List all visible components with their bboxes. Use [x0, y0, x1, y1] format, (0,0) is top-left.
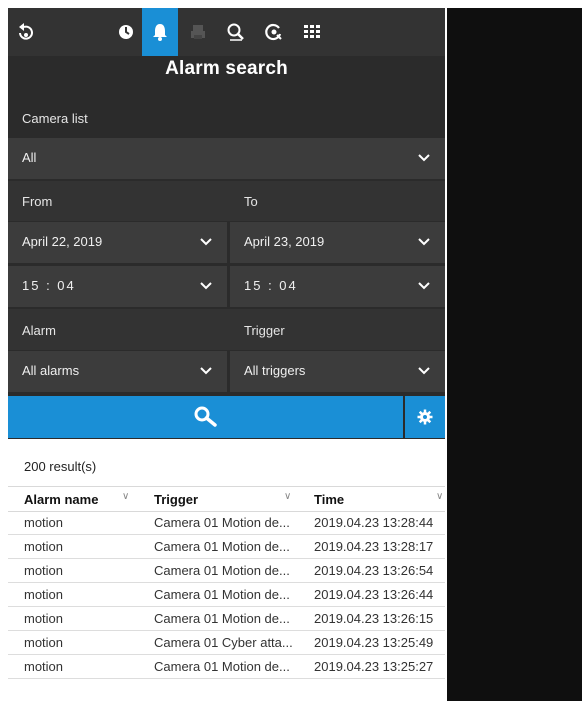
results-count: 200 result(s)	[24, 459, 97, 474]
chevron-down-icon[interactable]: ∨	[122, 491, 129, 502]
trigger-cell: Camera 01 Motion de...	[154, 611, 290, 626]
printer-icon	[191, 25, 205, 39]
chevron-down-icon	[418, 154, 430, 162]
search-icon	[194, 406, 217, 427]
zoom-search-button[interactable]	[218, 8, 254, 56]
alarm-value: All alarms	[22, 363, 80, 378]
print-button[interactable]	[180, 8, 216, 56]
trigger-cell: Camera 01 Motion de...	[154, 563, 290, 578]
alarm-bell-icon	[153, 24, 167, 41]
alarm-search-panel: Alarm search Camera list All From To Apr…	[8, 8, 445, 701]
alarm-label: Alarm	[22, 323, 56, 338]
alarm-name-cell: motion	[24, 587, 64, 602]
to-time-value: 15 : 04	[244, 278, 298, 293]
clock-button[interactable]	[108, 8, 144, 56]
camera-list-value: All	[22, 150, 37, 165]
time-cell: 2019.04.23 13:25:27	[314, 659, 434, 674]
table-row[interactable]: motion Camera 01 Motion de... 2019.04.23 1…	[8, 607, 445, 631]
table-row[interactable]: motion Camera 01 Motion de... 2019.04.23 1…	[8, 655, 445, 679]
date-range-header	[8, 181, 445, 221]
alarm-name-cell: motion	[24, 563, 64, 578]
chevron-down-icon	[418, 282, 430, 290]
from-time-value: 15 : 04	[22, 278, 76, 293]
alarm-button[interactable]	[142, 8, 178, 56]
time-cell: 2019.04.23 13:25:49	[314, 635, 434, 650]
alarm-name-cell: motion	[24, 635, 64, 650]
column-header-alarm-name[interactable]: Alarm name	[24, 492, 98, 507]
table-row[interactable]: motion Camera 01 Motion de... 2019.04.23 1…	[8, 559, 445, 583]
toolbar	[8, 8, 445, 56]
to-date-select[interactable]: April 23, 2019	[230, 222, 445, 263]
from-label: From	[22, 194, 53, 209]
column-header-trigger[interactable]: Trigger	[154, 492, 198, 507]
results-panel: 200 result(s) Alarm name ∨ Trigger ∨ Tim…	[8, 439, 445, 701]
search-zoom-icon	[227, 23, 244, 41]
time-cell: 2019.04.23 13:28:17	[314, 539, 434, 554]
grid-button[interactable]	[294, 8, 330, 56]
time-cell: 2019.04.23 13:28:44	[314, 515, 434, 530]
table-row[interactable]: motion Camera 01 Motion de... 2019.04.23 1…	[8, 511, 445, 535]
chevron-down-icon	[200, 238, 212, 246]
trigger-select[interactable]: All triggers	[230, 351, 445, 392]
from-time-select[interactable]: 15 : 04	[8, 266, 227, 307]
trigger-value: All triggers	[244, 363, 306, 378]
to-date-value: April 23, 2019	[244, 234, 325, 249]
alarm-name-cell: motion	[24, 539, 64, 554]
trigger-cell: Camera 01 Motion de...	[154, 587, 290, 602]
trigger-cell: Camera 01 Cyber atta...	[154, 635, 293, 650]
search-settings-button[interactable]	[405, 396, 445, 438]
alarm-select[interactable]: All alarms	[8, 351, 227, 392]
chevron-down-icon	[200, 367, 212, 375]
camera-search-icon	[265, 23, 282, 41]
results-table-header: Alarm name ∨ Trigger ∨ Time ∨	[8, 486, 445, 512]
video-viewer[interactable]	[447, 8, 582, 701]
playback-icon	[19, 23, 33, 40]
to-label: To	[244, 194, 258, 209]
column-header-time[interactable]: Time	[314, 492, 344, 507]
chevron-down-icon[interactable]: ∨	[436, 491, 443, 502]
trigger-cell: Camera 01 Motion de...	[154, 515, 290, 530]
filter-header	[8, 309, 445, 350]
grid-icon	[304, 25, 320, 38]
trigger-label: Trigger	[244, 323, 285, 338]
trigger-cell: Camera 01 Motion de...	[154, 539, 290, 554]
chevron-down-icon	[418, 367, 430, 375]
gear-icon	[417, 409, 433, 425]
page-title: Alarm search	[165, 58, 288, 79]
playback-button[interactable]	[8, 8, 44, 56]
time-cell: 2019.04.23 13:26:15	[314, 611, 434, 626]
table-row[interactable]: motion Camera 01 Motion de... 2019.04.23 1…	[8, 583, 445, 607]
from-date-select[interactable]: April 22, 2019	[8, 222, 227, 263]
table-row[interactable]: motion Camera 01 Motion de... 2019.04.23 1…	[8, 535, 445, 559]
camera-list-select[interactable]: All	[8, 138, 445, 179]
alarm-name-cell: motion	[24, 659, 64, 674]
search-button[interactable]	[8, 396, 403, 438]
time-cell: 2019.04.23 13:26:44	[314, 587, 434, 602]
trigger-cell: Camera 01 Motion de...	[154, 659, 290, 674]
time-cell: 2019.04.23 13:26:54	[314, 563, 434, 578]
camera-search-button[interactable]	[256, 8, 292, 56]
chevron-down-icon	[418, 238, 430, 246]
to-time-select[interactable]: 15 : 04	[230, 266, 445, 307]
chevron-down-icon[interactable]: ∨	[284, 491, 291, 502]
camera-list-label: Camera list	[22, 111, 88, 126]
chevron-down-icon	[200, 282, 212, 290]
table-row[interactable]: motion Camera 01 Cyber atta... 2019.04.23 …	[8, 631, 445, 655]
clock-icon	[119, 25, 133, 39]
from-date-value: April 22, 2019	[22, 234, 103, 249]
alarm-name-cell: motion	[24, 515, 64, 530]
alarm-name-cell: motion	[24, 611, 64, 626]
